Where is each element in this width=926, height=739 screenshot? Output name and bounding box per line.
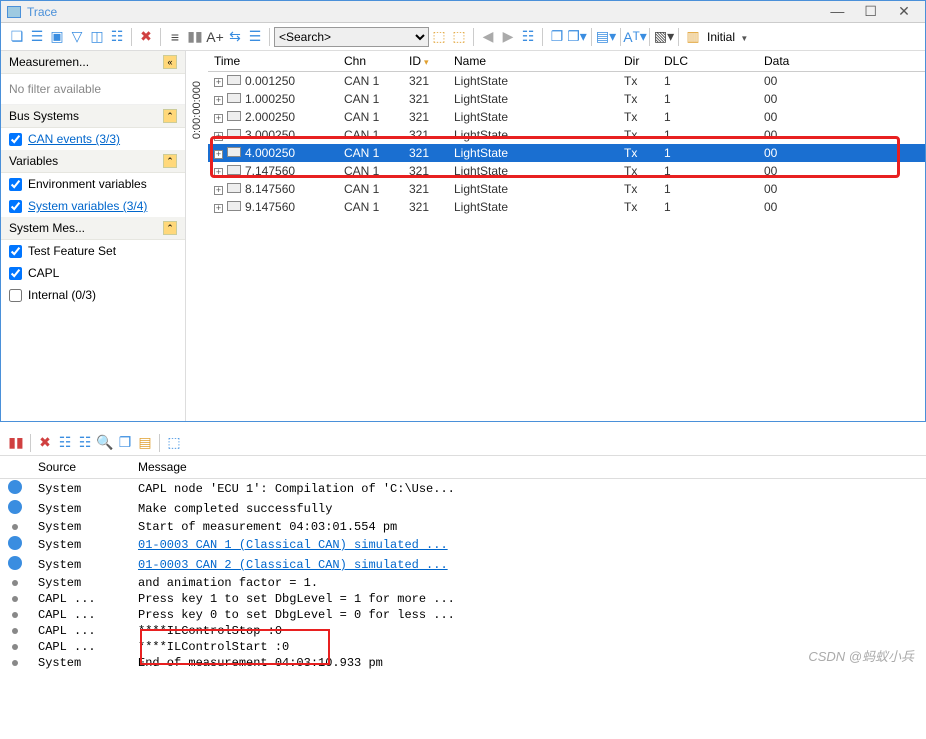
search-prev-icon[interactable]: ⬚ <box>429 27 449 47</box>
log-table[interactable]: Source Message SystemCAPL node 'ECU 1': … <box>0 456 926 671</box>
sys-var-row[interactable]: System variables (3/4) <box>1 195 185 217</box>
columns-icon[interactable]: ▥ <box>683 27 703 47</box>
table-row[interactable]: +4.000250CAN 1321LightStateTx100 <box>208 144 925 162</box>
search-input[interactable]: <Search> <box>274 27 429 47</box>
watermark: CSDN @蚂蚁小兵 <box>808 646 914 665</box>
table-row[interactable]: +8.147560CAN 1321LightStateTx100 <box>208 180 925 198</box>
minimize-button[interactable]: — <box>822 3 852 19</box>
log-btn-8[interactable]: ⬚ <box>164 433 184 453</box>
log-pause-icon[interactable]: ▮▮ <box>6 433 26 453</box>
col-dlc[interactable]: DLC <box>658 51 758 72</box>
internal-checkbox[interactable] <box>9 289 22 302</box>
col-time[interactable]: Time <box>208 51 338 72</box>
log-row[interactable]: SystemCAPL node 'ECU 1': Compilation of … <box>0 479 926 500</box>
col-data[interactable]: Data <box>758 51 925 72</box>
table-row[interactable]: +0.001250CAN 1321LightStateTx100 <box>208 72 925 91</box>
log-col-message[interactable]: Message <box>130 456 926 479</box>
internal-row[interactable]: Internal (0/3) <box>1 284 185 306</box>
search-next-icon[interactable]: ⬚ <box>449 27 469 47</box>
table-row[interactable]: +7.147560CAN 1321LightStateTx100 <box>208 162 925 180</box>
toolbar-btn-5[interactable]: ◫ <box>87 27 107 47</box>
table-row[interactable]: +3.000250CAN 1321LightStateTx100 <box>208 126 925 144</box>
initial-dropdown[interactable]: Initial ▼ <box>707 30 748 44</box>
window-icon <box>7 6 21 18</box>
can-events-link[interactable]: CAN events (3/3) <box>28 132 120 146</box>
table-row[interactable]: +9.147560CAN 1321LightStateTx100 <box>208 198 925 216</box>
trace-grid[interactable]: Time Chn ID▾ Name Dir DLC Data +0.001250… <box>208 51 925 421</box>
test-feature-row[interactable]: Test Feature Set <box>1 240 185 262</box>
toolbar-btn-2[interactable]: ☰ <box>27 27 47 47</box>
toolbar-btn-17[interactable]: ❐ <box>547 27 567 47</box>
log-find-icon[interactable]: 🔍 <box>95 433 115 453</box>
filter-icon[interactable]: ▽ <box>67 27 87 47</box>
can-events-checkbox[interactable] <box>9 133 22 146</box>
bus-systems-section[interactable]: Bus Systems⌃ <box>1 105 185 128</box>
window-title: Trace <box>27 5 822 19</box>
sys-mes-section[interactable]: System Mes...⌃ <box>1 217 185 240</box>
sys-var-checkbox[interactable] <box>9 200 22 213</box>
table-row[interactable]: +2.000250CAN 1321LightStateTx100 <box>208 108 925 126</box>
toolbar-btn-6[interactable]: ☷ <box>107 27 127 47</box>
log-row[interactable]: CAPL ...Press key 0 to set DbgLevel = 0 … <box>0 607 926 623</box>
log-row[interactable]: SystemMake completed successfully <box>0 499 926 519</box>
toolbar-btn-19[interactable]: ▤▾ <box>596 27 616 47</box>
log-row[interactable]: CAPL ...****ILControlStop :0 <box>0 623 926 639</box>
delete-icon[interactable]: ✖ <box>136 27 156 47</box>
log-row[interactable]: System and animation factor = 1. <box>0 575 926 591</box>
log-row[interactable]: System01-0003 CAN 1 (Classical CAN) simu… <box>0 535 926 555</box>
pause-icon[interactable]: ▮▮ <box>185 27 205 47</box>
log-row[interactable]: System01-0003 CAN 2 (Classical CAN) simu… <box>0 555 926 575</box>
nav-back-icon[interactable]: ◀ <box>478 27 498 47</box>
test-feature-checkbox[interactable] <box>9 245 22 258</box>
trace-window: Trace — ☐ ✕ ❏ ☰ ▣ ▽ ◫ ☷ ✖ ≡ ▮▮ A+ ⇆ ☰ <S… <box>0 0 926 422</box>
pin-icon[interactable]: « <box>163 55 177 69</box>
font-icon[interactable]: AT▾ <box>625 27 645 47</box>
window-titlebar[interactable]: Trace — ☐ ✕ <box>1 1 925 23</box>
variables-section[interactable]: Variables⌃ <box>1 150 185 173</box>
log-row[interactable]: CAPL ...****ILControlStart :0 <box>0 639 926 655</box>
col-name[interactable]: Name <box>448 51 618 72</box>
log-row[interactable]: SystemStart of measurement 04:03:01.554 … <box>0 519 926 535</box>
log-delete-icon[interactable]: ✖ <box>35 433 55 453</box>
log-toolbar: ▮▮ ✖ ☷ ☷ 🔍 ❐ ▤ ⬚ <box>0 430 926 456</box>
maximize-button[interactable]: ☐ <box>856 3 886 20</box>
log-btn-3[interactable]: ☷ <box>55 433 75 453</box>
sidebar: Measuremen...« No filter available Bus S… <box>1 51 186 421</box>
no-filter-label: No filter available <box>1 74 185 105</box>
log-copy-icon[interactable]: ❐ <box>115 433 135 453</box>
sys-var-link[interactable]: System variables (3/4) <box>28 199 147 213</box>
log-row[interactable]: SystemEnd of measurement 04:03:10.933 pm <box>0 655 926 671</box>
log-row[interactable]: CAPL ...Press key 1 to set DbgLevel = 1 … <box>0 591 926 607</box>
toolbar-btn-12[interactable]: ☰ <box>245 27 265 47</box>
toolbar-btn-8[interactable]: ≡ <box>165 27 185 47</box>
table-row[interactable]: +1.000250CAN 1321LightStateTx100 <box>208 90 925 108</box>
toolbar-btn-1[interactable]: ❏ <box>7 27 27 47</box>
log-btn-7[interactable]: ▤ <box>135 433 155 453</box>
toolbar-btn-3[interactable]: ▣ <box>47 27 67 47</box>
col-dir[interactable]: Dir <box>618 51 658 72</box>
collapse-icon-2[interactable]: ⌃ <box>163 154 177 168</box>
toggle-icon[interactable]: ⇆ <box>225 27 245 47</box>
log-panel: ▮▮ ✖ ☷ ☷ 🔍 ❐ ▤ ⬚ Source Message SystemCA… <box>0 430 926 671</box>
log-btn-4[interactable]: ☷ <box>75 433 95 453</box>
can-events-row[interactable]: CAN events (3/3) <box>1 128 185 150</box>
log-col-source[interactable]: Source <box>30 456 130 479</box>
capl-row[interactable]: CAPL <box>1 262 185 284</box>
env-var-checkbox[interactable] <box>9 178 22 191</box>
time-axis: 0:00:00:000 <box>186 51 208 421</box>
collapse-icon[interactable]: ⌃ <box>163 109 177 123</box>
main-toolbar: ❏ ☰ ▣ ▽ ◫ ☷ ✖ ≡ ▮▮ A+ ⇆ ☰ <Search> ⬚ ⬚ ◀… <box>1 23 925 51</box>
measurement-section[interactable]: Measuremen...« <box>1 51 185 74</box>
toolbar-btn-16[interactable]: ☷ <box>518 27 538 47</box>
col-id[interactable]: ID▾ <box>403 51 448 72</box>
nav-fwd-icon[interactable]: ▶ <box>498 27 518 47</box>
env-var-row[interactable]: Environment variables <box>1 173 185 195</box>
color-icon[interactable]: ▧▾ <box>654 27 674 47</box>
col-chn[interactable]: Chn <box>338 51 403 72</box>
collapse-icon-3[interactable]: ⌃ <box>163 221 177 235</box>
capl-checkbox[interactable] <box>9 267 22 280</box>
close-button[interactable]: ✕ <box>889 3 919 20</box>
toolbar-btn-18[interactable]: ❐▾ <box>567 27 587 47</box>
toolbar-btn-10[interactable]: A+ <box>205 27 225 47</box>
